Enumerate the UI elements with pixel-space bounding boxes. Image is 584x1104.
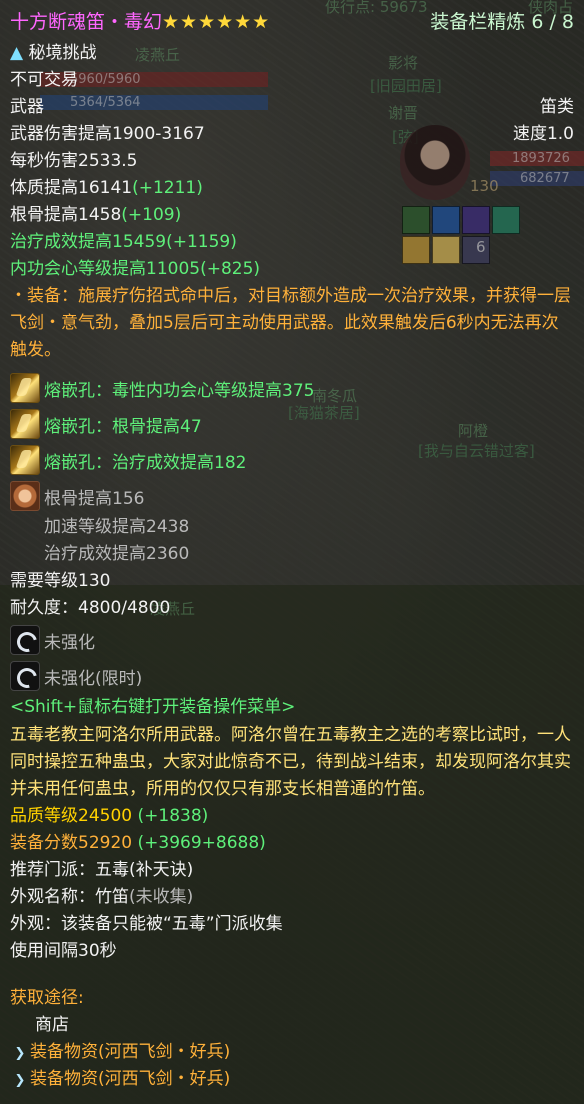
weapon-type: 笛类 <box>540 97 574 117</box>
gem-slot[interactable]: 熔嵌孔：毒性内功会心等级提高375 <box>10 370 574 406</box>
appearance-label: 外观名称： <box>10 887 95 907</box>
source-link-label: 装备物资(河西飞剑・好兵) <box>30 1042 231 1062</box>
quality-label: 品质等级24500 <box>10 806 133 826</box>
gem-icon <box>10 445 40 475</box>
refine-label: 装备栏精炼 6 / 8 <box>430 11 574 33</box>
attr-base: 内功会心等级提高11005 <box>10 259 201 279</box>
school-value: 五毒(补天诀) <box>95 860 194 880</box>
tooltip-header: 十方断魂笛・毒幻★★★★★★ 装备栏精炼 6 / 8 <box>10 4 574 40</box>
enhance-slot[interactable]: 未强化 <box>10 622 574 658</box>
attr-row: 根骨提高1458(+109) <box>10 202 574 229</box>
appearance-row: 外观名称：竹笛(未收集) <box>10 884 574 911</box>
item-tooltip: 十方断魂笛・毒幻★★★★★★ 装备栏精炼 6 / 8 ▲ 秘境挑战 不可交易 武… <box>0 0 584 1104</box>
attr-base: 体质提高16141 <box>10 178 133 198</box>
stone-attr: 加速等级提高2438 <box>44 517 190 537</box>
challenge-label: 秘境挑战 <box>28 43 97 63</box>
score-row: 装备分数52920 (+3969+8688) <box>10 830 574 857</box>
durability: 耐久度：4800/4800 <box>10 598 171 618</box>
quality-stars: ★★★★★★ <box>162 11 271 33</box>
attr-row: 内功会心等级提高11005(+825) <box>10 256 574 283</box>
appearance-note: 外观：该装备只能被“五毒”门派收集 <box>10 914 283 934</box>
equip-effect: ・装备：施展疗伤招式命中后，对目标额外造成一次治疗效果，并获得一层飞剑・意气劲，… <box>10 286 571 360</box>
attr-bonus: (+1211) <box>132 178 203 198</box>
enhance-icon <box>10 661 40 691</box>
chevron-right-icon: ❯ <box>14 1073 26 1088</box>
damage-label: 武器伤害提高1900-3167 <box>10 124 205 144</box>
item-title: 十方断魂笛・毒幻 <box>10 11 163 33</box>
chevron-right-icon: ❯ <box>14 1046 26 1061</box>
attr-base: 治疗成效提高15459 <box>10 232 167 252</box>
attr-bonus: (+109) <box>121 205 182 225</box>
challenge-row: ▲ 秘境挑战 <box>10 40 574 67</box>
dps-label: 每秒伤害2533.5 <box>10 151 138 171</box>
score-label: 装备分数52920 <box>10 833 133 853</box>
item-description: 五毒老教主阿洛尔所用武器。阿洛尔曾在五毒教主之选的考察比试时，一人同时操控五种蛊… <box>10 725 571 799</box>
source-title: 获取途径: <box>10 988 84 1008</box>
gem-slots: 熔嵌孔：毒性内功会心等级提高375 熔嵌孔：根骨提高47 熔嵌孔：治疗成效提高1… <box>10 370 574 514</box>
required-level: 需要等级130 <box>10 571 111 591</box>
attr-row: 治疗成效提高15459(+1159) <box>10 229 574 256</box>
gem-icon <box>10 373 40 403</box>
score-bonus: (+3969+8688) <box>137 833 266 853</box>
attr-bonus: (+1159) <box>166 232 237 252</box>
item-title-group: 十方断魂笛・毒幻★★★★★★ <box>10 4 270 40</box>
gem-slot[interactable]: 熔嵌孔：根骨提高47 <box>10 406 574 442</box>
enhance-slot[interactable]: 未强化(限时) <box>10 658 574 694</box>
stone-label: 根骨提高156 <box>44 488 145 509</box>
use-interval: 使用间隔30秒 <box>10 941 117 961</box>
trade-label: 不可交易 <box>10 70 78 90</box>
gem-label: 熔嵌孔：毒性内功会心等级提高375 <box>44 380 315 401</box>
enhance-icon <box>10 625 40 655</box>
stone-slot[interactable]: 根骨提高156 <box>10 478 574 514</box>
enhance-label: 未强化 <box>44 632 95 653</box>
stone-attr: 治疗成效提高2360 <box>44 544 190 564</box>
slot-label: 武器 <box>10 97 44 117</box>
gem-label: 熔嵌孔：根骨提高47 <box>44 416 202 437</box>
tower-icon: ▲ <box>10 43 24 63</box>
quality-bonus: (+1838) <box>137 806 209 826</box>
gem-icon <box>10 409 40 439</box>
operation-hint: <Shift+鼠标右键打开装备操作菜单> <box>10 697 296 717</box>
stone-icon <box>10 481 40 511</box>
source-link[interactable]: ❯ 装备物资(河西飞剑・好兵) <box>10 1066 574 1093</box>
school-label: 推荐门派： <box>10 860 95 880</box>
slot-row: 武器 笛类 <box>10 94 574 121</box>
attr-bonus: (+825) <box>200 259 261 279</box>
school-row: 推荐门派：五毒(补天诀) <box>10 857 574 884</box>
appearance-value: 竹笛 <box>95 887 129 907</box>
source-link[interactable]: ❯ 装备物资(河西飞剑・好兵) <box>10 1039 574 1066</box>
appearance-status: (未收集) <box>129 887 194 907</box>
attr-row: 体质提高16141(+1211) <box>10 175 574 202</box>
source-shop: 商店 <box>35 1015 69 1035</box>
damage-row: 武器伤害提高1900-3167 速度1.0 <box>10 121 574 148</box>
gem-slot[interactable]: 熔嵌孔：治疗成效提高182 <box>10 442 574 478</box>
gem-label: 熔嵌孔：治疗成效提高182 <box>44 452 247 473</box>
source-link-label: 装备物资(河西飞剑・好兵) <box>30 1069 231 1089</box>
quality-row: 品质等级24500 (+1838) <box>10 803 574 830</box>
attr-base: 根骨提高1458 <box>10 205 122 225</box>
enhance-label: 未强化(限时) <box>44 668 143 689</box>
speed-label: 速度1.0 <box>512 124 574 144</box>
